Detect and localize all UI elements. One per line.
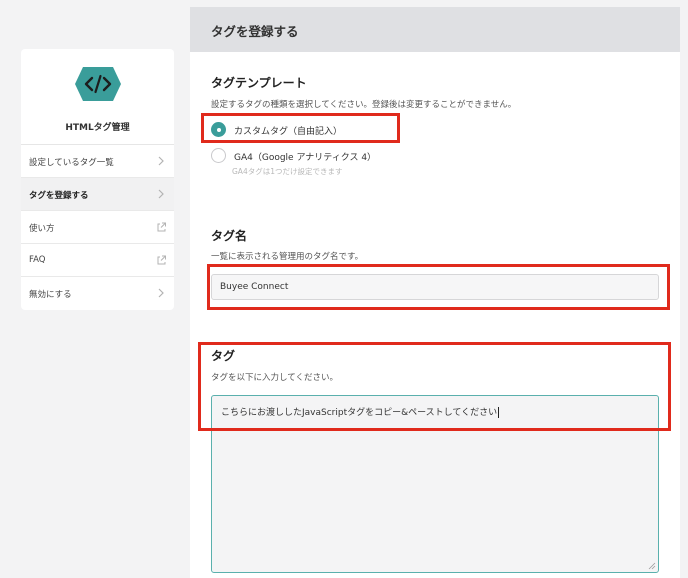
external-link-icon bbox=[157, 222, 166, 232]
sidebar-item-tag-list[interactable]: 設定しているタグ一覧 bbox=[21, 145, 174, 178]
chevron-right-icon bbox=[158, 189, 164, 199]
sidebar: HTMLタグ管理 設定しているタグ一覧 タグを登録する 使い方 FAQ 無効にす… bbox=[21, 49, 174, 310]
page-title: タグを登録する bbox=[190, 7, 680, 52]
sidebar-item-register-tag[interactable]: タグを登録する bbox=[21, 178, 174, 211]
app-title: HTMLタグ管理 bbox=[65, 123, 130, 133]
sidebar-item-faq[interactable]: FAQ bbox=[21, 244, 174, 277]
code-tag-icon bbox=[75, 67, 121, 101]
external-link-icon bbox=[157, 255, 166, 265]
sidebar-item-disable[interactable]: 無効にする bbox=[21, 277, 174, 310]
chevron-right-icon bbox=[158, 156, 164, 166]
radio-ga4[interactable]: GA4（Google アナリティクス 4） bbox=[211, 148, 431, 164]
sidebar-item-label: 無効にする bbox=[29, 290, 72, 300]
sidebar-item-how-to-use[interactable]: 使い方 bbox=[21, 211, 174, 244]
sidebar-item-label: FAQ bbox=[29, 255, 46, 265]
highlight-box-tag bbox=[198, 342, 671, 431]
template-section-description: 設定するタグの種類を選択してください。登録後は変更することができません。 bbox=[211, 100, 517, 110]
tag-name-description: 一覧に表示される管理用のタグ名です。 bbox=[211, 252, 364, 262]
resize-handle-icon[interactable] bbox=[648, 562, 656, 570]
sidebar-item-label: タグを登録する bbox=[29, 191, 89, 201]
ga4-note: GA4タグは1つだけ設定できます bbox=[232, 167, 343, 176]
tag-name-section-title: タグ名 bbox=[211, 229, 248, 243]
template-section-title: タグテンプレート bbox=[211, 76, 307, 90]
highlight-box-template bbox=[201, 113, 400, 143]
highlight-box-tag-name bbox=[207, 264, 670, 310]
app-header: HTMLタグ管理 bbox=[21, 49, 174, 145]
chevron-right-icon bbox=[158, 288, 164, 298]
sidebar-item-label: 設定しているタグ一覧 bbox=[29, 158, 114, 168]
radio-label: GA4（Google アナリティクス 4） bbox=[234, 153, 377, 163]
sidebar-item-label: 使い方 bbox=[29, 224, 55, 234]
radio-button[interactable] bbox=[211, 148, 226, 163]
